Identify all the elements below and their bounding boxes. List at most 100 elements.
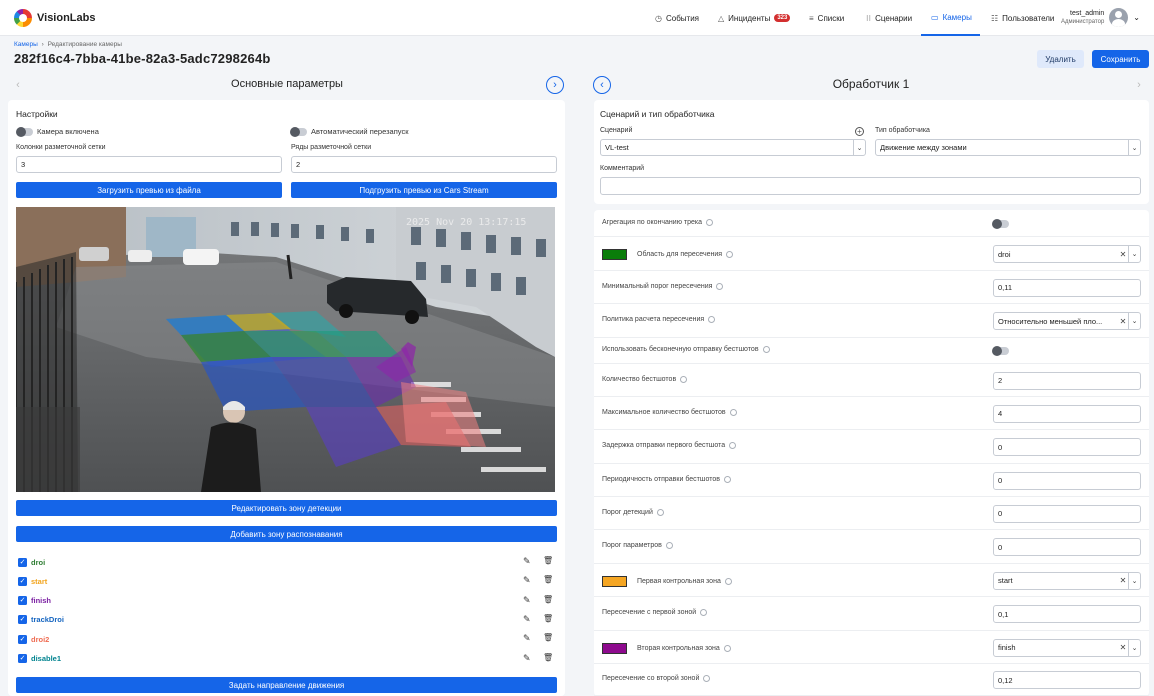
param-input[interactable]: 0 [993,438,1141,456]
handler-next-arrow-icon[interactable]: › [1130,76,1148,94]
help-icon[interactable] [762,346,770,353]
load-preview-stream-button[interactable]: Подгрузить превью из Cars Stream [291,182,557,198]
trash-icon[interactable]: 🗑 [543,633,553,642]
param-label-text: Первая контрольная зона [637,577,721,585]
param-input[interactable]: 4 [993,404,1141,423]
edit-pencil-icon[interactable]: ✎ [523,653,531,664]
add-recognition-zone-button[interactable]: Добавить зону распознавания [16,526,557,542]
incidents-badge: 323 [774,14,791,22]
edit-pencil-icon[interactable]: ✎ [523,595,531,606]
param-label-text: Пересечение с первой зоной [602,609,697,616]
param-row: Использовать бесконечную отправку бестшо… [594,338,1149,364]
nav-scenarios[interactable]: ⁝⁝ Сценарии [856,0,922,36]
param-input[interactable]: 2 [993,371,1141,390]
help-icon[interactable] [706,218,713,226]
zone-checkbox[interactable]: ✓ [18,634,27,644]
grid-cols-input[interactable]: 3 [16,156,282,173]
breadcrumb-cameras-link[interactable]: Камеры [14,41,38,48]
param-input[interactable]: 0 [993,504,1141,523]
help-icon[interactable] [680,375,688,383]
zone-checkbox[interactable]: ✓ [18,576,27,586]
edit-pencil-icon[interactable]: ✎ [523,633,531,644]
help-icon[interactable] [724,577,732,585]
help-icon[interactable] [723,475,731,483]
delete-button[interactable]: Удалить [1037,50,1084,68]
param-toggle[interactable] [992,346,1009,356]
help-icon[interactable] [726,251,734,258]
clear-icon[interactable]: ✕ [1118,643,1128,652]
param-select[interactable]: start ✕ ⌄ [993,571,1141,590]
help-icon[interactable] [700,609,708,616]
add-scenario-icon[interactable]: + [855,127,864,136]
param-select[interactable]: droi ✕ ⌄ [993,245,1141,263]
camera-preview[interactable]: 2025 Nov 20 13:17:15 [16,207,555,492]
zone-color-swatch [602,575,627,587]
nav-lists[interactable]: ≡ Списки [799,0,854,36]
param-select[interactable]: Относительно меньшей пло... ✕ ⌄ [993,312,1141,330]
param-select-value: droi [998,249,1011,259]
help-icon[interactable] [656,508,664,516]
clear-icon[interactable]: ✕ [1118,250,1128,259]
grid-rows-input[interactable]: 2 [291,156,557,173]
param-select[interactable]: finish ✕ ⌄ [993,638,1141,657]
zone-checkbox[interactable]: ✓ [18,654,27,663]
param-row: Задержка отправки первого бестшота 0 [594,430,1149,464]
load-preview-file-button[interactable]: Загрузить превью из файла [16,182,282,198]
param-input[interactable]: 0 [993,538,1141,556]
param-input[interactable]: 0,12 [993,671,1141,689]
comment-input[interactable] [600,177,1141,195]
clear-icon[interactable]: ✕ [1118,576,1128,585]
edit-detection-zone-button[interactable]: Редактировать зону детекции [16,500,557,516]
help-icon[interactable] [729,408,737,416]
camera-enabled-toggle[interactable] [16,127,33,137]
help-icon[interactable] [703,675,711,682]
breadcrumb: Камеры › Редактирование камеры [14,41,122,48]
param-input[interactable]: 0 [993,471,1141,490]
handler-prev-arrow-icon[interactable]: ‹ [593,76,611,94]
param-input[interactable]: 0,1 [993,605,1141,623]
param-select-value: finish [998,643,1016,652]
help-icon[interactable] [716,282,724,290]
param-label-text: Минимальный порог пересечения [602,282,713,290]
param-label-text: Максимальное количество бестшотов [602,408,726,416]
edit-pencil-icon[interactable]: ✎ [523,575,531,586]
param-input[interactable]: 0,11 [993,278,1141,297]
param-label: Периодичность отправки бестшотов [602,475,731,483]
user-menu[interactable]: test_admin Администратор ⌄ [1061,8,1140,27]
next-arrow-icon[interactable]: › [546,76,564,94]
set-direction-button[interactable]: Задать направление движения [16,677,557,693]
param-toggle[interactable] [992,218,1009,229]
zone-checkbox[interactable]: ✓ [18,615,27,625]
edit-pencil-icon[interactable]: ✎ [523,614,531,625]
zone-item: ✓ finish [18,595,51,607]
nav-cameras[interactable]: ▭ Камеры [921,0,980,36]
camera-enabled-label: Камера включена [37,127,99,136]
param-label-text: Количество бестшотов [602,375,677,383]
help-icon[interactable] [708,316,716,323]
param-row: Максимальное количество бестшотов 4 [594,397,1149,430]
trash-icon[interactable]: 🗑 [543,575,553,584]
help-icon[interactable] [723,644,731,652]
clear-icon[interactable]: ✕ [1118,317,1128,326]
prev-arrow-icon[interactable]: ‹ [9,76,27,94]
trash-icon[interactable]: 🗑 [543,653,553,662]
logo[interactable]: VisionLabs [14,9,95,27]
trash-icon[interactable]: 🗑 [543,614,553,623]
scenario-select[interactable]: VL-test ⌄ [600,139,866,156]
nav-users[interactable]: ☷ Пользователи [981,0,1064,36]
help-icon[interactable] [729,442,737,449]
trash-icon[interactable]: 🗑 [543,595,553,604]
zone-checkbox[interactable]: ✓ [18,557,27,567]
camera-icon: ▭ [931,12,939,22]
save-button[interactable]: Сохранить [1092,50,1149,68]
help-icon[interactable] [665,542,673,549]
nav-events[interactable]: ◷ События [645,0,709,36]
trash-icon[interactable]: 🗑 [543,556,553,565]
nav-incidents[interactable]: △ Инциденты 323 [708,0,800,36]
zone-checkbox[interactable]: ✓ [18,596,27,606]
auto-restart-toggle[interactable] [290,127,307,137]
grid-cols-label: Колонки разметочной сетки [16,144,106,151]
handler-type-select[interactable]: Движение между зонами ⌄ [875,139,1141,156]
zone-item: ✓ droi2 [18,633,49,645]
edit-pencil-icon[interactable]: ✎ [523,556,531,567]
